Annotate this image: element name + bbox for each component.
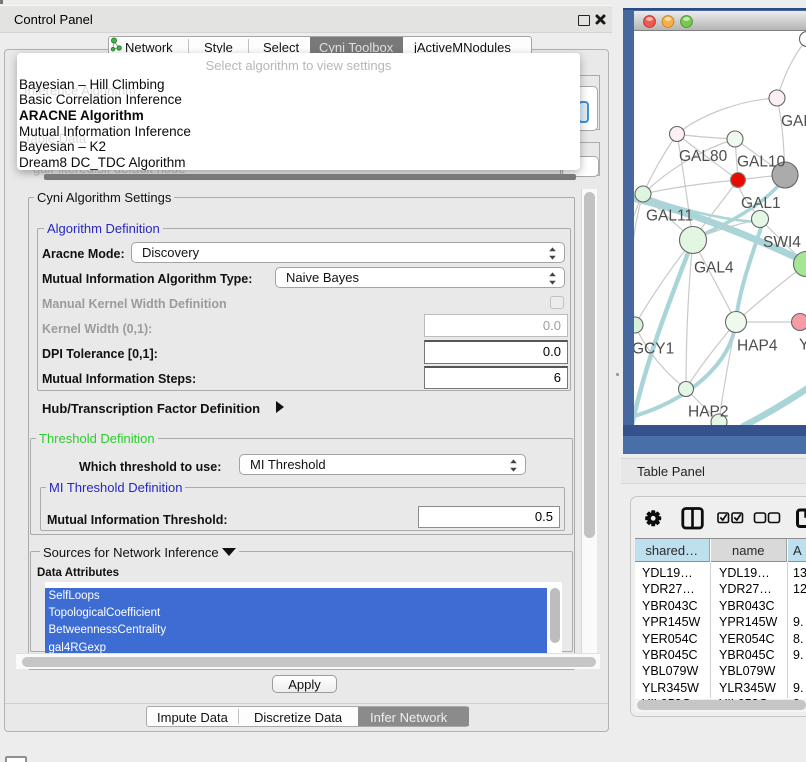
svg-text:GAL80: GAL80	[679, 148, 728, 165]
svg-text:HAP4: HAP4	[737, 338, 778, 355]
svg-text:GAL4: GAL4	[694, 260, 734, 277]
svg-text:GAL7: GAL7	[781, 113, 806, 130]
svg-text:HAP2: HAP2	[688, 404, 729, 421]
svg-text:GAL1: GAL1	[741, 195, 781, 212]
svg-text:GAL10: GAL10	[737, 154, 786, 171]
svg-text:Y: Y	[799, 337, 806, 354]
svg-text:SWI4: SWI4	[763, 234, 801, 251]
svg-text:GCY1: GCY1	[634, 341, 674, 358]
svg-text:GAL11: GAL11	[646, 208, 693, 225]
